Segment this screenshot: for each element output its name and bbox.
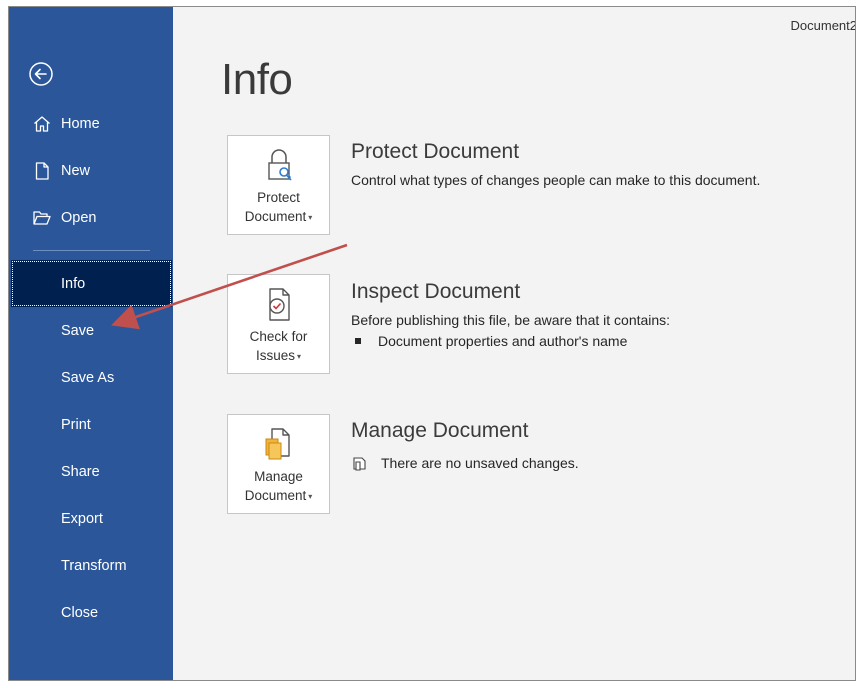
check-for-issues-button[interactable]: Check for Issues ▾	[227, 274, 330, 374]
chevron-down-icon: ▾	[308, 491, 313, 501]
inspect-document-icon	[259, 287, 299, 323]
sidebar-item-label: Export	[61, 511, 103, 527]
sidebar-item-label: New	[61, 163, 91, 179]
tile-label: Manage Document ▾	[244, 469, 313, 503]
sidebar-item-label: Open	[61, 210, 97, 226]
sidebar-item-label: Info	[61, 275, 86, 292]
sidebar-item-label: Save As	[61, 370, 115, 386]
manage-document-button[interactable]: Manage Document ▾	[227, 414, 330, 514]
sidebar-item-save[interactable]: Save	[9, 311, 173, 351]
page-title: Info	[221, 55, 293, 104]
chevron-down-icon: ▾	[297, 351, 302, 361]
sidebar-item-label: Close	[61, 605, 99, 621]
info-pane: Document2 Info Protect Document ▾ Protect…	[173, 7, 855, 680]
section-heading: Protect Document	[351, 140, 520, 163]
document-versions-icon	[353, 457, 366, 471]
sidebar-item-export[interactable]: Export	[9, 499, 173, 539]
section-description: Before publishing this file, be aware th…	[351, 312, 671, 328]
status-text: There are no unsaved changes.	[381, 455, 579, 471]
sidebar-item-share[interactable]: Share	[9, 452, 173, 492]
sidebar-item-open[interactable]: Open	[9, 198, 173, 238]
backstage-window: Home New Open Info Save Save As Print Sh…	[8, 6, 856, 681]
sidebar-item-transform[interactable]: Transform	[9, 546, 173, 586]
bullet-icon	[355, 338, 361, 344]
sidebar-item-print[interactable]: Print	[9, 405, 173, 445]
backstage-sidebar: Home New Open Info Save Save As Print Sh…	[9, 7, 173, 680]
back-button[interactable]	[27, 60, 55, 88]
status-row: There are no unsaved changes.	[351, 454, 579, 472]
sidebar-item-label: Print	[61, 417, 91, 433]
folder-open-icon	[31, 207, 53, 229]
section-heading: Manage Document	[351, 419, 529, 442]
tile-label: Protect Document ▾	[244, 190, 313, 224]
sidebar-item-home[interactable]: Home	[9, 104, 173, 144]
section-heading: Inspect Document	[351, 280, 521, 303]
sidebar-item-info[interactable]: Info	[11, 260, 172, 307]
sidebar-item-label: Save	[61, 323, 95, 339]
section-description: Control what types of changes people can…	[351, 172, 761, 188]
back-arrow-circle-icon	[29, 62, 53, 86]
sidebar-item-close[interactable]: Close	[9, 593, 173, 633]
sidebar-divider	[33, 250, 150, 251]
sidebar-item-label: Home	[61, 116, 100, 132]
home-icon	[31, 113, 53, 135]
list-item: Document properties and author's name	[355, 333, 627, 349]
sidebar-item-label: Share	[61, 464, 100, 480]
manage-document-icon	[259, 427, 299, 463]
document-title: Document2	[790, 18, 856, 33]
new-document-icon	[31, 160, 53, 182]
sidebar-item-new[interactable]: New	[9, 151, 173, 191]
lock-key-icon	[259, 148, 299, 184]
sidebar-item-label: Transform	[61, 558, 127, 574]
sidebar-item-save-as[interactable]: Save As	[9, 358, 173, 398]
protect-document-button[interactable]: Protect Document ▾	[227, 135, 330, 235]
chevron-down-icon: ▾	[308, 212, 313, 222]
tile-label: Check for Issues ▾	[249, 329, 308, 363]
